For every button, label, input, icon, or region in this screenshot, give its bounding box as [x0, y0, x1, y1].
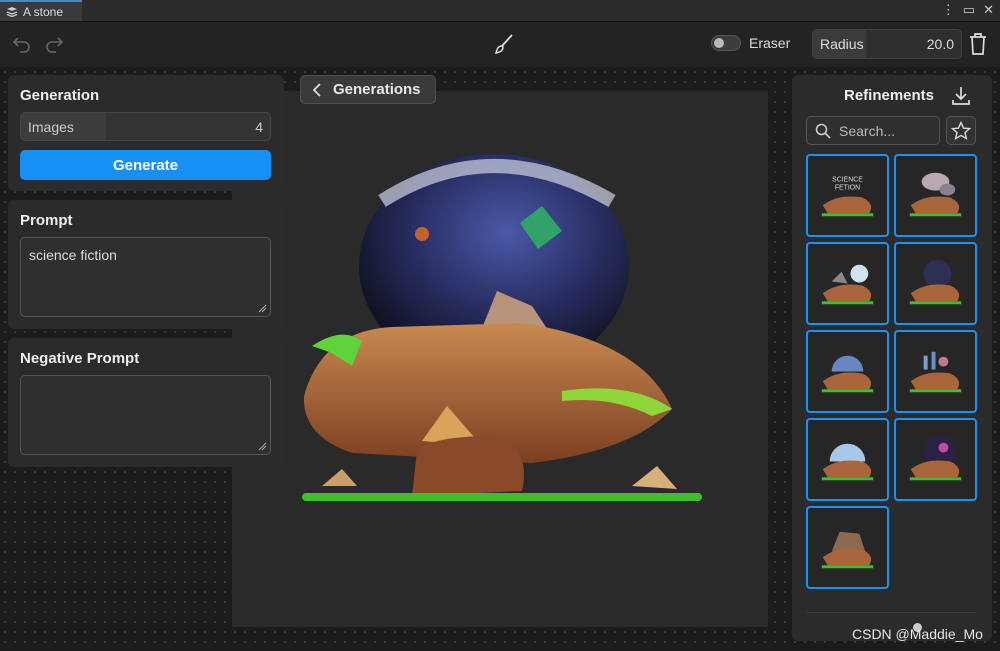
- thumbnail-image: [821, 355, 874, 393]
- search-input[interactable]: [837, 121, 937, 140]
- thumbnail-6[interactable]: [894, 330, 977, 413]
- prompt-panel: Prompt science fiction: [8, 200, 284, 329]
- thumbnail-image: [909, 351, 962, 393]
- title-bar: A stone ⋮ ▭ ✕: [0, 0, 1000, 22]
- layers-icon: [6, 7, 18, 17]
- thumbnail-image: [909, 172, 962, 217]
- negative-prompt-input[interactable]: [20, 375, 271, 455]
- prompt-title: Prompt: [20, 212, 73, 229]
- generate-button[interactable]: Generate: [20, 150, 271, 180]
- thumbnail-9[interactable]: [806, 506, 889, 589]
- brush-icon: [494, 34, 513, 55]
- eraser-label: Eraser: [749, 35, 791, 51]
- refinements-title: Refinements: [844, 87, 935, 104]
- thumbnail-image: [909, 259, 962, 305]
- menu-icon[interactable]: ⋮: [942, 2, 955, 18]
- generations-label: Generations: [333, 81, 421, 98]
- thumbnail-3[interactable]: [806, 242, 889, 325]
- thumbnail-4[interactable]: [894, 242, 977, 325]
- thumb-overlay-line-2: FETION: [835, 185, 860, 192]
- prompt-input[interactable]: science fiction: [20, 237, 271, 317]
- thumbnail-image: [821, 264, 874, 305]
- generation-title: Generation: [20, 87, 100, 104]
- negative-prompt-panel: Negative Prompt: [8, 338, 284, 467]
- redo-icon: [46, 37, 64, 53]
- prompt-text: science fiction: [29, 247, 117, 263]
- resize-grip-icon[interactable]: [258, 304, 267, 313]
- image-canvas[interactable]: [232, 91, 768, 627]
- radius-label: Radius: [820, 36, 864, 52]
- thumbnail-image: [821, 443, 874, 481]
- star-icon: [951, 120, 971, 140]
- watermark: CSDN @Maddie_Mo: [852, 626, 983, 642]
- search-icon: [815, 123, 831, 139]
- toolbar: Eraser Radius 20.0: [0, 22, 1000, 67]
- redo-button[interactable]: [42, 32, 66, 56]
- thumb-overlay-line-1: SCIENCE: [832, 177, 863, 184]
- generations-back-button[interactable]: Generations: [300, 75, 436, 104]
- window-controls: ⋮ ▭ ✕: [942, 2, 994, 18]
- trash-icon[interactable]: [966, 31, 990, 57]
- thumbnail-image: SCIENCE FETION: [821, 177, 874, 217]
- generated-image: [302, 154, 702, 501]
- tab-title: A stone: [23, 4, 64, 19]
- thumbnail-image: [821, 531, 874, 569]
- divider: [806, 612, 976, 613]
- document-tab[interactable]: A stone: [0, 0, 82, 21]
- images-count-slider[interactable]: Images 4: [20, 112, 271, 141]
- thumbnail-2[interactable]: [894, 154, 977, 237]
- radius-slider[interactable]: Radius 20.0: [812, 29, 962, 59]
- thumbnail-7[interactable]: [806, 418, 889, 501]
- refinements-panel: Refinements SCIENCE FETION: [792, 75, 992, 641]
- brush-tool-button[interactable]: [492, 32, 516, 56]
- negative-prompt-title: Negative Prompt: [20, 350, 140, 367]
- generation-panel: Generation Images 4 Generate: [8, 75, 284, 191]
- thumbnail-image: [909, 435, 962, 481]
- eraser-switch[interactable]: [711, 35, 741, 51]
- favorites-button[interactable]: [946, 116, 976, 145]
- images-value: 4: [255, 118, 263, 135]
- search-box[interactable]: [806, 116, 940, 145]
- chevron-left-icon: [312, 82, 321, 97]
- undo-icon: [12, 37, 30, 53]
- thumbnail-1[interactable]: SCIENCE FETION: [806, 154, 889, 237]
- download-icon[interactable]: [950, 85, 972, 107]
- thumbnail-5[interactable]: [806, 330, 889, 413]
- undo-button[interactable]: [10, 32, 34, 56]
- maximize-icon[interactable]: ▭: [963, 2, 975, 18]
- eraser-toggle[interactable]: Eraser: [711, 35, 790, 51]
- resize-grip-icon[interactable]: [258, 442, 267, 451]
- close-icon[interactable]: ✕: [983, 2, 994, 18]
- images-label: Images: [28, 118, 74, 135]
- thumbnail-8[interactable]: [894, 418, 977, 501]
- radius-value: 20.0: [926, 36, 954, 52]
